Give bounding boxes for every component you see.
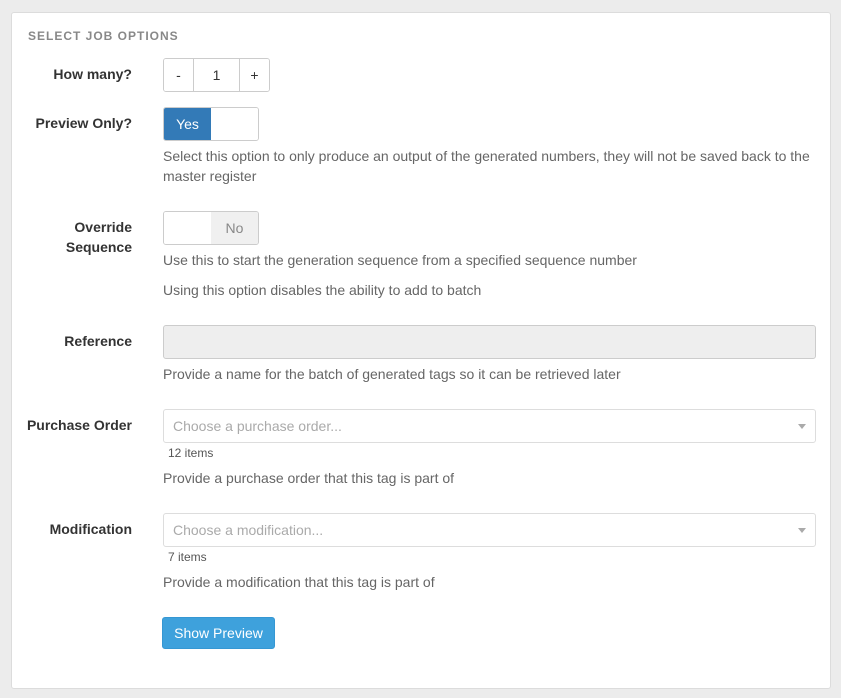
modification-help: Provide a modification that this tag is … xyxy=(163,574,435,590)
job-options-panel: SELECT JOB OPTIONS How many? - 1 + Previ… xyxy=(11,12,831,689)
section-title: SELECT JOB OPTIONS xyxy=(28,29,179,43)
how-many-label: How many? xyxy=(53,66,132,82)
override-sequence-note: Using this option disables the ability t… xyxy=(163,282,482,298)
override-label-line1: Override xyxy=(74,219,132,235)
toggle-off-state: No xyxy=(211,212,258,244)
quantity-value[interactable]: 1 xyxy=(193,59,240,91)
purchase-order-count: 12 items xyxy=(168,446,214,460)
modification-placeholder: Choose a modification... xyxy=(173,522,324,538)
decrement-button[interactable]: - xyxy=(164,59,193,91)
toggle-on-state: Yes xyxy=(164,108,211,140)
override-sequence-label: Override Sequence xyxy=(66,217,132,257)
purchase-order-select[interactable]: Choose a purchase order... xyxy=(163,409,816,443)
override-sequence-toggle[interactable]: No xyxy=(163,211,259,245)
show-preview-button[interactable]: Show Preview xyxy=(162,617,275,649)
preview-only-help: Select this option to only produce an ou… xyxy=(163,148,810,184)
modification-label: Modification xyxy=(49,521,132,537)
chevron-down-icon xyxy=(798,528,806,533)
modification-count: 7 items xyxy=(168,550,207,564)
toggle-handle xyxy=(164,212,211,244)
preview-only-toggle[interactable]: Yes xyxy=(163,107,259,141)
quantity-stepper: - 1 + xyxy=(163,58,270,92)
increment-button[interactable]: + xyxy=(240,59,269,91)
toggle-handle xyxy=(211,108,258,140)
preview-only-label: Preview Only? xyxy=(35,115,132,131)
purchase-order-help: Provide a purchase order that this tag i… xyxy=(163,470,455,486)
reference-input[interactable] xyxy=(163,325,816,359)
override-label-line2: Sequence xyxy=(65,239,132,255)
purchase-order-label: Purchase Order xyxy=(26,417,132,433)
modification-select[interactable]: Choose a modification... xyxy=(163,513,816,547)
reference-label: Reference xyxy=(64,333,132,349)
chevron-down-icon xyxy=(798,424,806,429)
purchase-order-placeholder: Choose a purchase order... xyxy=(173,418,342,434)
reference-help: Provide a name for the batch of generate… xyxy=(163,366,621,382)
override-sequence-help: Use this to start the generation sequenc… xyxy=(163,252,637,268)
